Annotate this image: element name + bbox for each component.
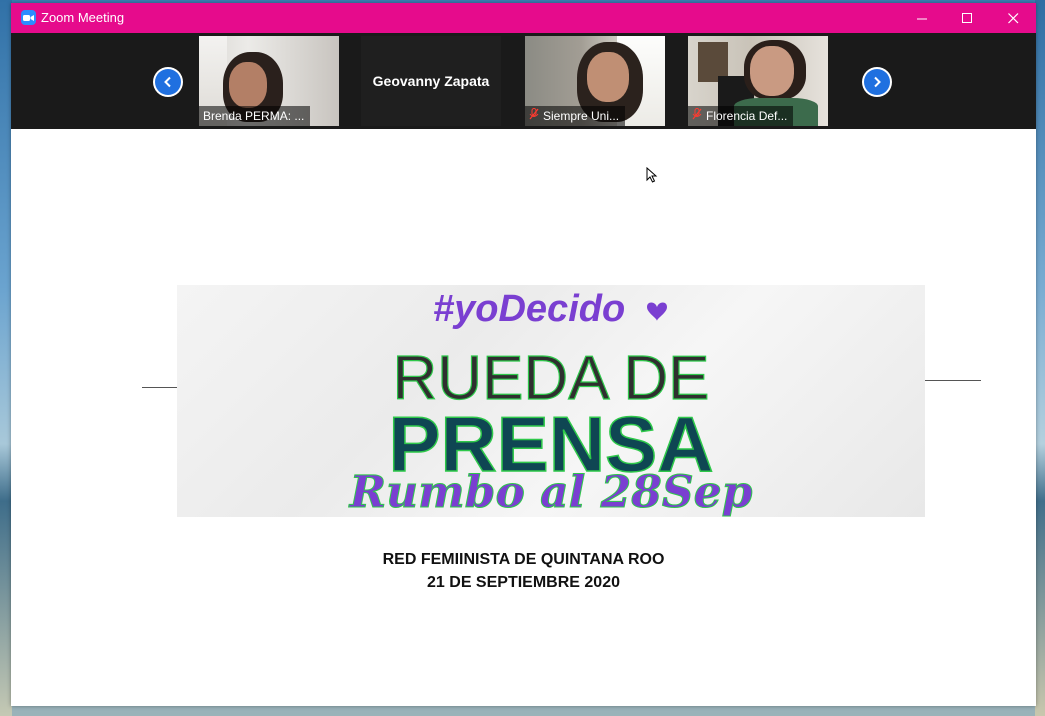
mouse-cursor-icon bbox=[646, 167, 658, 183]
participant-name-tag: Brenda PERMA: ... bbox=[199, 106, 311, 126]
participant-name-tag: Florencia Def... bbox=[688, 106, 794, 126]
window-title: Zoom Meeting bbox=[41, 10, 125, 25]
previous-page-button[interactable] bbox=[153, 67, 183, 97]
participant-tile-1[interactable]: Brenda PERMA: ... bbox=[199, 36, 339, 126]
title-bar[interactable]: Zoom Meeting bbox=[11, 3, 1036, 33]
next-page-button[interactable] bbox=[862, 67, 892, 97]
banner-graphic: #yoDecido RUEDA DE PRENSA Rumbo al 28Sep bbox=[347, 288, 753, 517]
participant-tile-4[interactable]: Florencia Def... bbox=[688, 36, 828, 126]
participant-name: Geovanny Zapata bbox=[372, 73, 490, 89]
press-conference-banner: #yoDecido RUEDA DE PRENSA Rumbo al 28Sep bbox=[177, 285, 925, 517]
shared-screen: #yoDecido RUEDA DE PRENSA Rumbo al 28Sep… bbox=[11, 129, 1036, 706]
minimize-button[interactable] bbox=[899, 3, 945, 33]
heart-icon bbox=[647, 302, 667, 321]
decorative-line bbox=[925, 380, 981, 381]
close-icon bbox=[1007, 12, 1018, 23]
decorative-line bbox=[142, 387, 178, 388]
close-button[interactable] bbox=[990, 3, 1036, 33]
participant-name: Brenda PERMA: ... bbox=[203, 109, 305, 123]
tagline-text: Rumbo al 28Sep bbox=[348, 467, 753, 517]
maximize-icon bbox=[961, 12, 972, 23]
zoom-video-camera-icon bbox=[21, 10, 36, 25]
organization-name: RED FEMIINISTA DE QUINTANA ROO bbox=[382, 551, 665, 568]
participant-tile-2[interactable]: Geovanny Zapata bbox=[361, 36, 501, 126]
event-date: 21 DE SEPTIEMBRE 2020 bbox=[427, 574, 620, 591]
participant-name: Florencia Def... bbox=[706, 109, 788, 123]
participant-name: Siempre Uni... bbox=[543, 109, 620, 123]
hashtag-text: #yoDecido bbox=[433, 288, 625, 330]
maximize-button[interactable] bbox=[944, 3, 990, 33]
participant-strip: Brenda PERMA: ... Geovanny Zapata Siempr… bbox=[11, 33, 1036, 129]
chevron-right-icon bbox=[874, 76, 881, 88]
minimize-icon bbox=[916, 18, 927, 19]
chevron-left-icon bbox=[164, 76, 171, 88]
participant-tile-3[interactable]: Siempre Uni... bbox=[525, 36, 665, 126]
zoom-window: Zoom Meeting Brenda PERMA: ... Geovanny … bbox=[11, 3, 1036, 706]
desktop-right-edge bbox=[1035, 0, 1045, 716]
participant-name-tag: Siempre Uni... bbox=[525, 106, 626, 126]
mic-off-icon bbox=[692, 106, 702, 126]
mic-off-icon bbox=[529, 106, 539, 126]
